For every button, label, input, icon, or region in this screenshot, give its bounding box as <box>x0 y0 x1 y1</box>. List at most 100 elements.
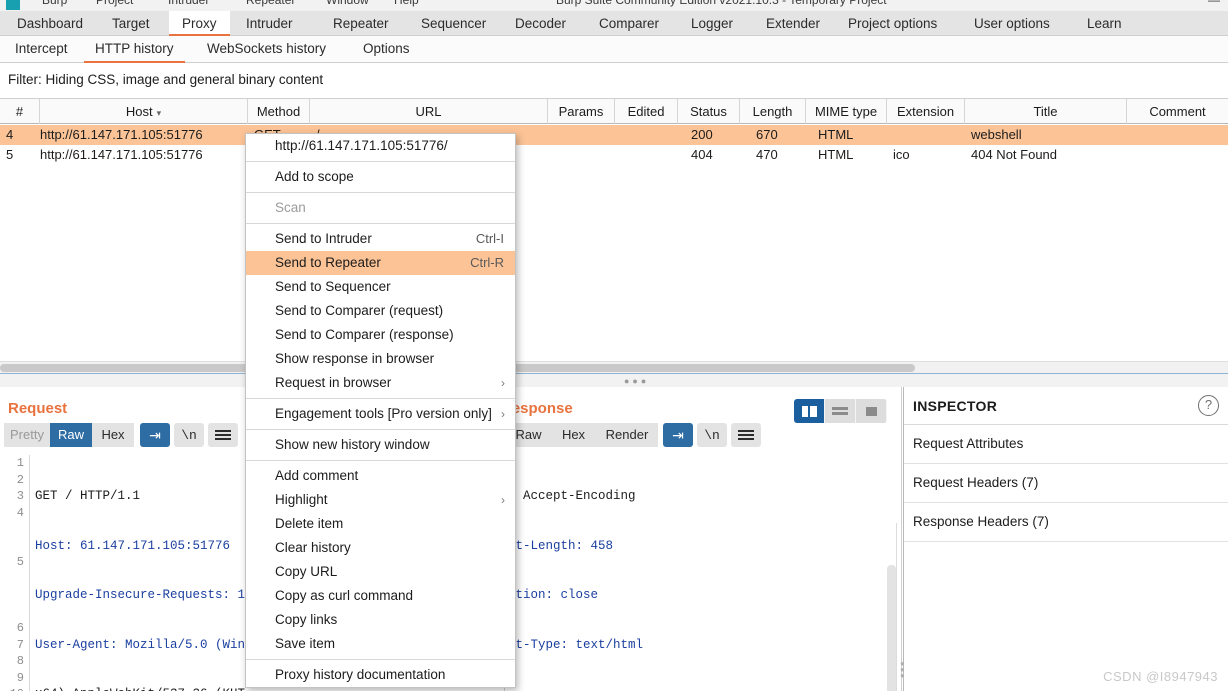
response-view-render[interactable]: Render <box>596 423 658 447</box>
context-menu-item-save-item[interactable]: Save item <box>246 632 515 656</box>
window-menu-bar[interactable]: Burp Project Intruder Repeater Window He… <box>0 0 1228 11</box>
tab-intruder[interactable]: Intruder <box>233 11 306 36</box>
tab-user-options[interactable]: User options <box>961 11 1063 36</box>
inspector-row-request-attributes[interactable]: Request Attributes <box>904 425 1228 464</box>
layout-stacked-icon[interactable] <box>825 399 856 423</box>
context-menu-item-copy-links[interactable]: Copy links <box>246 608 515 632</box>
cell-mime-type: HTML <box>818 147 854 162</box>
response-wrap-lines-icon[interactable]: ⇥ <box>663 423 693 447</box>
question-mark-icon[interactable]: ? <box>1198 395 1219 416</box>
column-header-params[interactable]: Params <box>548 99 615 124</box>
context-menu-item-add-to-scope[interactable]: Add to scope <box>246 165 515 189</box>
cell-title: webshell <box>971 127 1022 142</box>
context-menu-item-delete-item[interactable]: Delete item <box>246 512 515 536</box>
tab-comparer[interactable]: Comparer <box>586 11 672 36</box>
column-header-edited[interactable]: Edited <box>615 99 678 124</box>
column-header-num[interactable]: # <box>0 99 40 124</box>
column-header-url[interactable]: URL <box>310 99 548 124</box>
inspector-row-response-headers[interactable]: Response Headers (7) <box>904 503 1228 542</box>
context-menu-item-send-to-sequencer[interactable]: Send to Sequencer <box>246 275 515 299</box>
tab-proxy[interactable]: Proxy <box>169 11 230 36</box>
line-number: 1 <box>16 456 24 470</box>
response-menu-icon[interactable] <box>731 423 761 447</box>
context-menu-item-copy-as-curl-command[interactable]: Copy as curl command <box>246 584 515 608</box>
tab-dashboard[interactable]: Dashboard <box>4 11 96 36</box>
context-menu-item-show-new-history-window[interactable]: Show new history window <box>246 433 515 457</box>
column-header-host[interactable]: Host ▾ <box>40 99 248 124</box>
context-menu-item-copy-url[interactable]: Copy URL <box>246 560 515 584</box>
column-header-extension[interactable]: Extension <box>887 99 965 124</box>
tab-websockets-history[interactable]: WebSockets history <box>196 36 337 63</box>
menu-item-burp[interactable]: Burp <box>42 0 67 7</box>
line-number <box>0 571 28 588</box>
table-row[interactable]: 4 http://61.147.171.105:51776 GET / 200 … <box>0 125 1228 145</box>
context-menu-item-send-to-intruder[interactable]: Send to Intruder Ctrl-I <box>246 227 515 251</box>
context-menu-item-send-to-repeater[interactable]: Send to Repeater Ctrl-R <box>246 251 515 275</box>
layout-side-by-side-icon[interactable] <box>794 399 825 423</box>
context-menu-item-add-comment[interactable]: Add comment <box>246 464 515 488</box>
request-view-pretty[interactable]: Pretty <box>4 423 50 447</box>
column-header-host-label: Host <box>125 104 153 119</box>
splitter-grip-icon: ●●● <box>624 376 650 386</box>
menu-item-window[interactable]: Window <box>326 0 369 7</box>
tab-repeater[interactable]: Repeater <box>320 11 402 36</box>
tab-learn[interactable]: Learn <box>1074 11 1135 36</box>
panel-splitter[interactable]: ●●● <box>0 373 1228 387</box>
request-view-hex[interactable]: Hex <box>92 423 134 447</box>
context-menu-item-send-to-comparer-request[interactable]: Send to Comparer (request) <box>246 299 515 323</box>
tab-intercept[interactable]: Intercept <box>4 36 79 63</box>
menu-item-help[interactable]: Help <box>394 0 419 7</box>
column-header-title[interactable]: Title <box>965 99 1127 124</box>
column-header-status[interactable]: Status <box>678 99 740 124</box>
context-menu-item-proxy-history-documentation[interactable]: Proxy history documentation <box>246 663 515 687</box>
layout-toggle-group[interactable] <box>794 399 887 423</box>
tab-options[interactable]: Options <box>352 36 421 63</box>
tab-sequencer[interactable]: Sequencer <box>408 11 499 36</box>
column-header-comment[interactable]: Comment <box>1127 99 1228 124</box>
context-menu-item-engagement-tools[interactable]: Engagement tools [Pro version only] › <box>246 402 515 426</box>
inspector-row-label: Request Attributes <box>913 436 1024 451</box>
tab-extender[interactable]: Extender <box>753 11 833 36</box>
table-row[interactable]: 5 http://61.147.171.105:51776 404 470 HT… <box>0 145 1228 165</box>
tab-decoder[interactable]: Decoder <box>502 11 579 36</box>
context-menu-item-highlight[interactable]: Highlight › <box>246 488 515 512</box>
context-menu-item-show-response-in-browser[interactable]: Show response in browser <box>246 347 515 371</box>
window-minimize-button[interactable]: — <box>1208 0 1220 7</box>
context-menu[interactable]: http://61.147.171.105:51776/ Add to scop… <box>245 133 516 688</box>
context-menu-item-clear-history[interactable]: Clear history <box>246 536 515 560</box>
response-view-hex[interactable]: Hex <box>551 423 596 447</box>
tab-target[interactable]: Target <box>99 11 163 36</box>
tab-project-options[interactable]: Project options <box>835 11 950 36</box>
response-code-view[interactable]: Accept-Encoding nt-Length: 458 ction: cl… <box>506 455 901 691</box>
chevron-down-icon: ▾ <box>156 108 162 118</box>
menu-item-repeater[interactable]: Repeater <box>246 0 295 7</box>
menu-item-intruder[interactable]: Intruder <box>168 0 209 7</box>
context-menu-item-request-in-browser[interactable]: Request in browser › <box>246 371 515 395</box>
response-newline-icon[interactable]: \n <box>697 423 727 447</box>
menu-item-label: Engagement tools [Pro version only] <box>275 406 492 421</box>
response-vertical-scrollbar[interactable] <box>887 565 896 691</box>
column-header-method[interactable]: Method <box>248 99 310 124</box>
tab-logger[interactable]: Logger <box>678 11 746 36</box>
column-header-length[interactable]: Length <box>740 99 806 124</box>
response-panel: Response Pretty Raw Hex Render ⇥ \n Acce… <box>458 387 902 691</box>
inspector-row-request-headers[interactable]: Request Headers (7) <box>904 464 1228 503</box>
response-code-text[interactable]: Accept-Encoding nt-Length: 458 ction: cl… <box>506 455 901 691</box>
request-view-raw[interactable]: Raw <box>50 423 92 447</box>
history-horizontal-scrollbar[interactable] <box>0 361 1228 373</box>
layout-single-pane-icon[interactable] <box>856 399 887 423</box>
context-menu-item-url[interactable]: http://61.147.171.105:51776/ <box>246 134 515 158</box>
filter-bar[interactable]: Filter: Hiding CSS, image and general bi… <box>0 63 1228 99</box>
inspector-grip-icon[interactable]: ● ● ● <box>900 660 905 683</box>
request-wrap-lines-icon[interactable]: ⇥ <box>140 423 170 447</box>
menu-item-label: Send to Intruder <box>275 231 372 246</box>
request-newline-icon[interactable]: \n <box>174 423 204 447</box>
column-header-mime-type[interactable]: MIME type <box>806 99 887 124</box>
request-menu-icon[interactable] <box>208 423 238 447</box>
line-number: 2 <box>16 472 24 487</box>
menu-item-project[interactable]: Project <box>96 0 133 7</box>
line-number: 8 <box>16 654 24 668</box>
context-menu-item-send-to-comparer-response[interactable]: Send to Comparer (response) <box>246 323 515 347</box>
tab-http-history[interactable]: HTTP history <box>84 36 185 63</box>
menu-item-shortcut: Ctrl-R <box>470 255 504 270</box>
